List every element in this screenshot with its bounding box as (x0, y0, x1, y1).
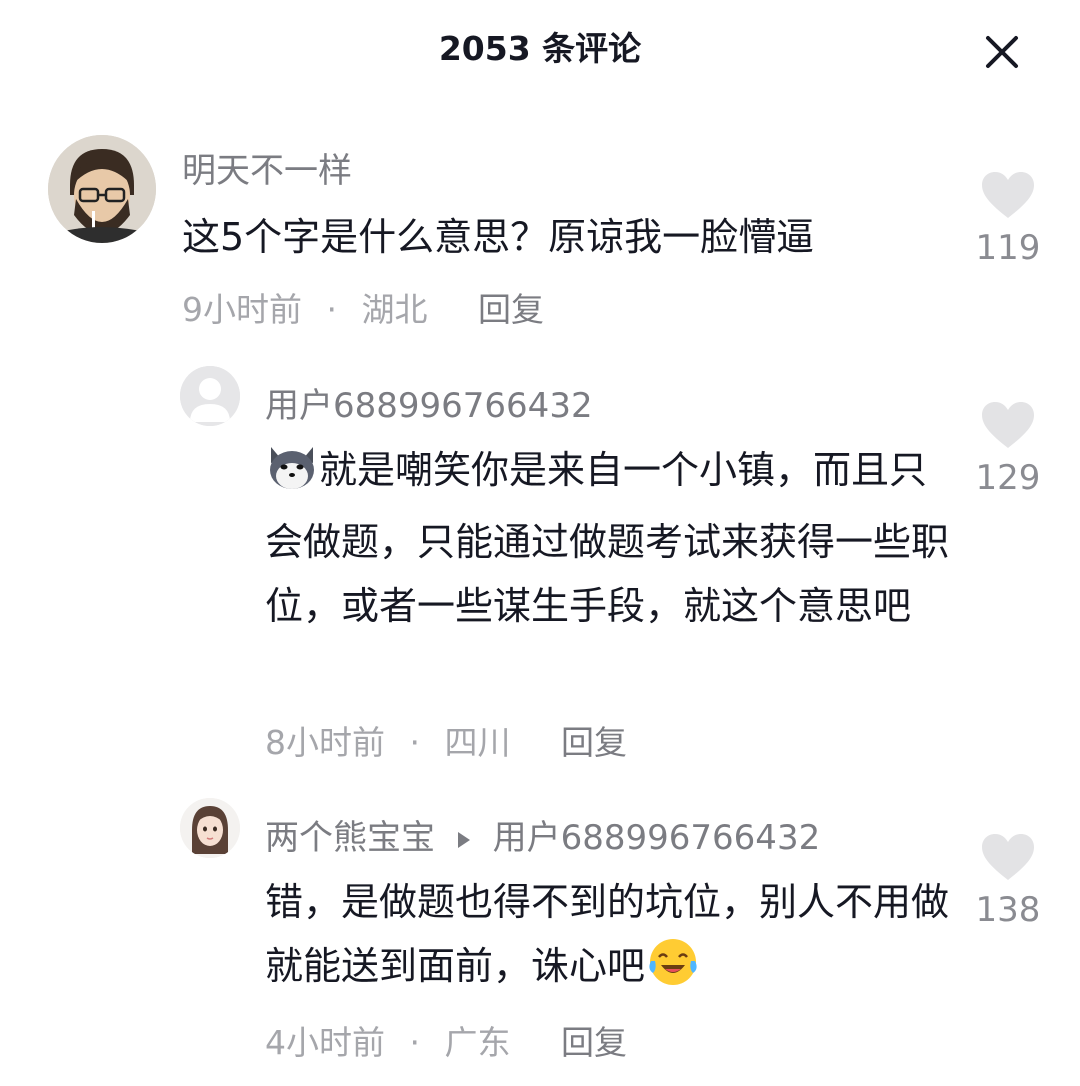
like-count: 138 (975, 890, 1041, 930)
close-icon[interactable] (980, 30, 1024, 74)
comment-username[interactable]: 明天不一样 (182, 143, 352, 192)
reply-to-username[interactable]: 用户688996766432 (493, 818, 821, 858)
like-count: 119 (975, 228, 1041, 268)
comments-count-title: 2053 条评论 (438, 29, 642, 68)
comment-text: 就是嘲笑你是来自一个小镇，而且只会做题，只能通过做题考试来获得一些职位，或者一些… (265, 438, 955, 638)
meta-separator: · (409, 1023, 421, 1062)
like-button[interactable]: 129 (968, 400, 1048, 498)
like-button[interactable]: 138 (968, 832, 1048, 930)
meta-separator: · (326, 290, 338, 329)
avatar-man-illustration (48, 135, 156, 243)
comment-username-line: 两个熊宝宝 用户688996766432 (265, 810, 820, 859)
comment-text: 错，是做题也得不到的坑位，别人不用做就能送到面前，诛心吧 (265, 870, 955, 1006)
heart-icon (982, 834, 1034, 880)
comments-header: 2053 条评论 (0, 0, 1080, 90)
comment-time: 9小时前 (182, 290, 302, 329)
comment-username[interactable]: 两个熊宝宝 (265, 818, 435, 858)
like-count: 129 (975, 458, 1041, 498)
comment-text-body: 就是嘲笑你是来自一个小镇，而且只会做题，只能通过做题考试来获得一些职位，或者一些… (265, 448, 950, 628)
default-user-icon (180, 366, 240, 426)
like-button[interactable]: 119 (968, 170, 1048, 268)
avatar[interactable] (180, 366, 240, 426)
comment-location: 四川 (444, 723, 511, 762)
reply-arrow-icon (457, 831, 470, 848)
comment-location: 广东 (444, 1023, 511, 1062)
comment-time: 8小时前 (265, 723, 385, 762)
husky-emoji-icon (265, 443, 319, 510)
comment-username[interactable]: 用户688996766432 (265, 378, 593, 427)
comment-meta: 4小时前 · 广东 回复 (265, 1016, 627, 1064)
comment-location: 湖北 (361, 290, 428, 329)
comment-time: 4小时前 (265, 1023, 385, 1062)
heart-icon (982, 172, 1034, 218)
comment-text: 这5个字是什么意思？原谅我一脸懵逼 (182, 215, 815, 259)
comment-meta: 8小时前 · 四川 回复 (265, 716, 627, 764)
avatar-girl-illustration (180, 798, 240, 858)
meta-separator: · (409, 723, 421, 762)
heart-icon (982, 402, 1034, 448)
comment-meta: 9小时前 · 湖北 回复 (182, 283, 544, 331)
comment-text-body: 错，是做题也得不到的坑位，别人不用做就能送到面前，诛心吧 (265, 880, 950, 988)
avatar[interactable] (48, 135, 156, 243)
reply-button[interactable]: 回复 (561, 723, 627, 762)
avatar[interactable] (180, 798, 240, 858)
reply-button[interactable]: 回复 (478, 290, 544, 329)
reply-button[interactable]: 回复 (561, 1023, 627, 1062)
laugh-cry-emoji-icon (645, 935, 701, 1006)
